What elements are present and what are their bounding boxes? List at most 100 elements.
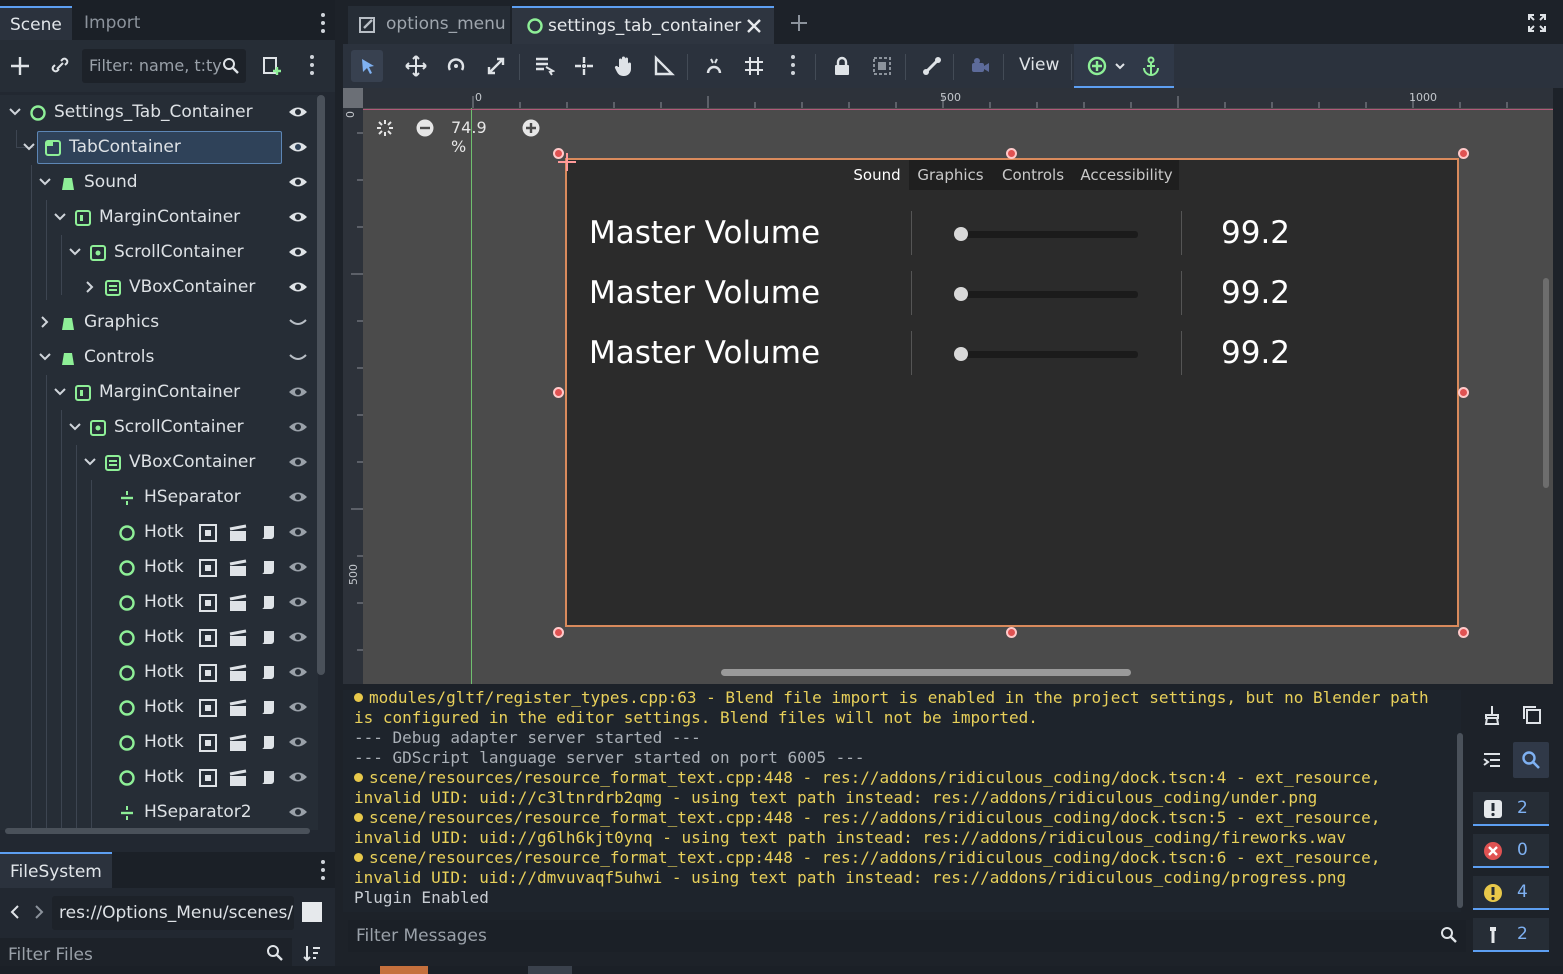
visibility-eye-icon[interactable] [288,734,308,750]
chevron-down-icon[interactable] [53,385,67,399]
pivot-cross-icon[interactable] [557,152,577,172]
group-icon[interactable] [871,55,893,77]
scene-dock-menu-icon[interactable] [313,10,333,38]
volume-slider-grabber[interactable] [953,287,968,301]
filesystem-path-input[interactable]: res://Options_Menu/scenes/ [52,896,294,930]
pivot-mode-icon[interactable] [573,55,595,77]
instance-icon[interactable] [198,663,218,683]
script-icon[interactable] [258,523,278,543]
tree-item-vbox-container[interactable]: VBoxContainer [0,270,318,305]
tree-item-margin-container[interactable]: MarginContainer [0,200,318,235]
filter-messages-input[interactable]: Filter Messages [348,920,1466,952]
nav-back-icon[interactable] [8,903,22,921]
new-scene-tab-icon[interactable] [789,13,809,33]
scene-tree-hscrollbar[interactable] [5,828,310,834]
visibility-hidden-icon[interactable] [288,314,308,330]
script-icon[interactable] [258,558,278,578]
tab-filesystem[interactable]: FileSystem [0,852,112,888]
clear-output-icon[interactable] [1481,704,1503,726]
instance-icon[interactable] [198,558,218,578]
tree-item-hseparator[interactable]: HSeparator [0,480,318,515]
tree-item-graphics[interactable]: Graphics [0,305,318,340]
visibility-eye-icon[interactable] [288,664,308,680]
script-icon[interactable] [258,733,278,753]
script-icon[interactable] [258,593,278,613]
nav-forward-icon[interactable] [32,903,46,921]
visibility-eye-icon[interactable] [288,419,308,435]
resize-handle-bottom-right[interactable] [1458,627,1469,638]
resize-handle-top[interactable] [1006,148,1017,159]
chevron-right-icon[interactable] [38,315,52,329]
instance-scene-icon[interactable] [46,52,74,80]
tree-item-controls[interactable]: Controls [0,340,318,375]
layout-presets-button[interactable] [1074,44,1174,88]
clapperboard-icon[interactable] [228,593,248,613]
smart-snap-icon[interactable] [703,55,725,77]
camera-override-icon[interactable] [969,55,991,77]
list-select-icon[interactable] [533,55,555,77]
filter-editor-toggle[interactable]: 2 [1473,918,1549,952]
volume-slider-grabber[interactable] [953,227,968,241]
tree-item-tab-container[interactable]: TabContainer [0,130,318,165]
visibility-eye-icon[interactable] [288,104,308,120]
zoom-level[interactable]: 74.9 % [451,118,487,156]
close-icon[interactable] [745,17,763,35]
chevron-down-icon[interactable] [38,175,52,189]
visibility-eye-icon[interactable] [288,384,308,400]
script-icon[interactable] [258,698,278,718]
viewport-hscrollbar[interactable] [721,669,1131,676]
volume-slider[interactable] [957,231,1138,238]
volume-slider[interactable] [957,351,1138,358]
volume-slider[interactable] [957,291,1138,298]
tree-item-settings-tab-container[interactable]: Settings_Tab_Container [0,95,318,130]
tree-item-scroll-container[interactable]: ScrollContainer [0,235,318,270]
visibility-eye-icon[interactable] [288,699,308,715]
tree-item-hseparator2[interactable]: HSeparator2 [0,795,318,830]
scene-tree-menu-icon[interactable] [302,52,322,80]
tree-item-hotkey[interactable]: Hotk [0,725,318,760]
visibility-eye-icon[interactable] [288,804,308,820]
visibility-hidden-icon[interactable] [288,349,308,365]
visibility-eye-icon[interactable] [288,524,308,540]
clapperboard-icon[interactable] [228,558,248,578]
chevron-down-icon[interactable] [22,140,36,154]
skeleton-bone-icon[interactable] [921,55,943,77]
tree-item-hotkey[interactable]: Hotk [0,655,318,690]
chevron-down-icon[interactable] [8,105,22,119]
visibility-eye-icon[interactable] [288,454,308,470]
visibility-eye-icon[interactable] [288,629,308,645]
visibility-eye-icon[interactable] [288,489,308,505]
chevron-down-icon[interactable] [68,420,82,434]
tree-item-hotkey[interactable]: Hotk [0,585,318,620]
toggle-search-button[interactable] [1513,742,1549,778]
filter-warnings-toggle[interactable]: 4 [1473,876,1549,910]
scale-mode-icon[interactable] [485,55,507,77]
grid-snap-icon[interactable] [743,55,765,77]
add-node-icon[interactable] [6,52,34,80]
resize-handle-top-right[interactable] [1458,148,1469,159]
scene-tree-scrollbar[interactable] [317,95,325,675]
chevron-down-icon[interactable] [53,210,67,224]
instance-icon[interactable] [198,698,218,718]
attach-script-icon[interactable] [258,52,286,80]
chevron-right-icon[interactable] [83,280,97,294]
preview-tab-graphics[interactable]: Graphics [909,160,992,190]
tree-item-hotkey[interactable]: Hotk [0,690,318,725]
visibility-eye-icon[interactable] [288,279,308,295]
chevron-down-icon[interactable] [83,455,97,469]
preview-tab-sound[interactable]: Sound [845,160,909,190]
viewport-vscrollbar[interactable] [1543,278,1549,488]
preview-tab-accessibility[interactable]: Accessibility [1074,160,1179,190]
rotate-mode-icon[interactable] [445,55,467,77]
pan-hand-icon[interactable] [613,55,635,77]
copy-output-icon[interactable] [1521,704,1543,726]
script-icon[interactable] [258,768,278,788]
visibility-eye-icon[interactable] [288,139,308,155]
tree-item-hotkey[interactable]: Hotk [0,515,318,550]
resize-handle-bottom-left[interactable] [553,627,564,638]
scene-tab-options-menu[interactable]: options_menu [348,6,510,44]
clapperboard-icon[interactable] [228,768,248,788]
clapperboard-icon[interactable] [228,523,248,543]
chevron-down-icon[interactable] [38,350,52,364]
visibility-eye-icon[interactable] [288,174,308,190]
